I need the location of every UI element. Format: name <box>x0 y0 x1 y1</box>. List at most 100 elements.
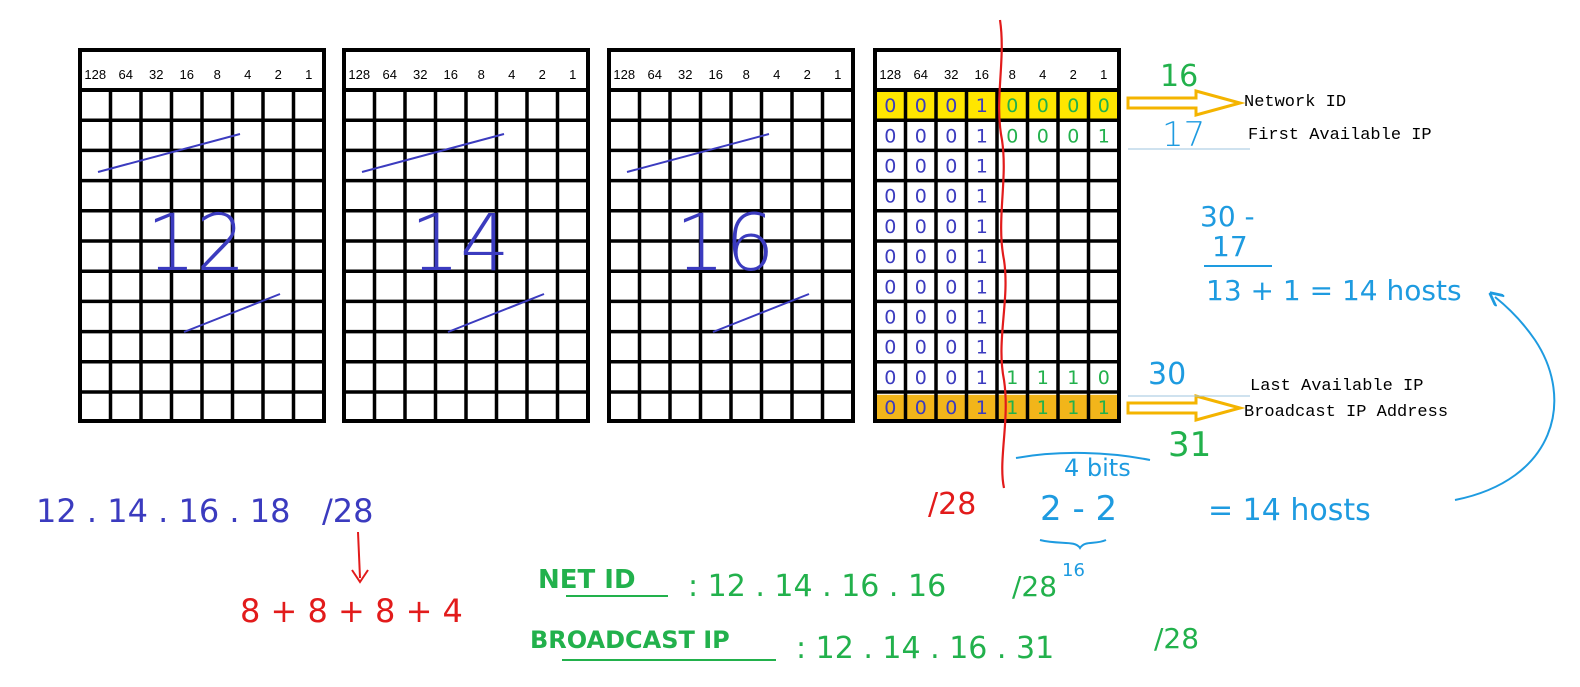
bit-value: 0 <box>915 397 927 419</box>
bit-value: 0 <box>915 186 927 208</box>
label-first-available-ip: First Available IP <box>1248 126 1432 145</box>
bit-value: 0 <box>945 276 957 298</box>
bit-header-32: 32 <box>678 67 692 82</box>
bit-value: 0 <box>884 95 896 117</box>
bit-header-1: 1 <box>569 67 576 82</box>
bit-header-16: 16 <box>709 67 723 82</box>
bit-value: 0 <box>915 276 927 298</box>
bit-value: 1 <box>976 125 988 147</box>
calc-17: 17 <box>1212 230 1248 263</box>
bit-value: 0 <box>884 307 896 329</box>
bit-value: 0 <box>1006 125 1018 147</box>
bit-value: 0 <box>915 337 927 359</box>
bit-value: 0 <box>1006 95 1018 117</box>
bit-value: 0 <box>945 397 957 419</box>
bit-header-4: 4 <box>244 67 251 82</box>
bit-header-1: 1 <box>834 67 841 82</box>
diagonal-stroke <box>97 133 241 173</box>
curved-arrow <box>1454 297 1556 501</box>
bit-header-64: 64 <box>648 67 662 82</box>
bit-value: 0 <box>884 216 896 238</box>
bit-header-2: 2 <box>1070 67 1077 82</box>
bit-grid-octet-4: 128 64 32 16 8 4 2 10 0 0 1 0 0 0 00 0 0 1 0 0 0 10 0 0 10 0 0 10 0 0… <box>873 48 1121 423</box>
net-id-superscript: 16 <box>1062 560 1085 581</box>
host-calculation: 30 - 17 13 + 1 = 14 hosts <box>1200 200 1462 307</box>
octet-value: 14 <box>410 199 509 289</box>
bit-value: 0 <box>884 156 896 178</box>
prefix-red: /28 <box>928 487 976 522</box>
ip-address-prefix: /28 <box>322 492 374 530</box>
label-broadcast-ip: Broadcast IP Address <box>1244 403 1448 422</box>
broadcast-prefix: /28 <box>1154 622 1199 655</box>
net-id-prefix: /28 <box>1012 570 1057 603</box>
bit-value: 1 <box>976 307 988 329</box>
bit-value: 1 <box>976 95 988 117</box>
bit-header-32: 32 <box>413 67 427 82</box>
network-id-arrow <box>1126 89 1246 117</box>
bit-value: 0 <box>1067 125 1079 147</box>
bit-value: 0 <box>884 276 896 298</box>
diagonal-stroke <box>626 133 770 173</box>
bit-header-2: 2 <box>539 67 546 82</box>
bit-value: 0 <box>945 246 957 268</box>
bit-value: 1 <box>976 367 988 389</box>
bit-value: 0 <box>945 186 957 208</box>
bit-value: 0 <box>1037 95 1049 117</box>
bit-header-16: 16 <box>180 67 194 82</box>
bit-grid-octet-1: 128 64 32 16 8 4 2 1 12 <box>78 48 326 423</box>
annotation-17: 17 <box>1162 115 1205 155</box>
label-last-available-ip: Last Available IP <box>1250 377 1423 396</box>
bit-header-2: 2 <box>804 67 811 82</box>
bit-header-128: 128 <box>613 67 635 82</box>
bit-header-1: 1 <box>1100 67 1107 82</box>
bit-header-4: 4 <box>508 67 515 82</box>
bit-value: 0 <box>1098 367 1110 389</box>
bit-header-32: 32 <box>944 67 958 82</box>
bit-value: 0 <box>915 216 927 238</box>
bit-value: 0 <box>1067 95 1079 117</box>
bit-value: 0 <box>1037 125 1049 147</box>
prefix-sum: 8 + 8 + 8 + 4 <box>240 592 463 630</box>
bit-value: 0 <box>915 246 927 268</box>
bit-value: 0 <box>945 216 957 238</box>
octet-value: 12 <box>146 199 245 289</box>
bit-value: 1 <box>1067 397 1079 419</box>
bit-value: 0 <box>1098 95 1110 117</box>
bit-value: 1 <box>1037 397 1049 419</box>
bit-header-64: 64 <box>383 67 397 82</box>
bit-value: 1 <box>976 397 988 419</box>
bit-value: 0 <box>884 125 896 147</box>
bit-value: 1 <box>1006 367 1018 389</box>
bit-header-8: 8 <box>214 67 221 82</box>
bit-value: 0 <box>945 337 957 359</box>
bit-header-128: 128 <box>879 67 901 82</box>
bit-value: 1 <box>1006 397 1018 419</box>
bit-value: 1 <box>1098 397 1110 419</box>
bit-value: 0 <box>915 95 927 117</box>
annotation-30: 30 <box>1148 357 1186 392</box>
bit-value: 0 <box>915 125 927 147</box>
bit-value: 1 <box>976 216 988 238</box>
bit-header-1: 1 <box>305 67 312 82</box>
bit-header-128: 128 <box>348 67 370 82</box>
bit-header-16: 16 <box>444 67 458 82</box>
ip-address: 12 . 14 . 16 . 18 <box>36 492 290 530</box>
bit-header-16: 16 <box>975 67 989 82</box>
annotation-16: 16 <box>1160 59 1198 94</box>
annotation-31: 31 <box>1168 425 1211 465</box>
bit-header-2: 2 <box>275 67 282 82</box>
broadcast-label: BROADCAST IP <box>530 626 730 654</box>
annotation-4-bits: 4 bits <box>1064 454 1131 482</box>
net-id-value: : 12 . 14 . 16 . 16 <box>688 569 946 604</box>
bit-header-128: 128 <box>84 67 106 82</box>
bit-value: 0 <box>884 186 896 208</box>
bit-value: 0 <box>945 95 957 117</box>
bit-value: 0 <box>945 367 957 389</box>
prefix-down-arrow <box>351 531 369 584</box>
bit-value: 0 <box>884 246 896 268</box>
label-network-id: Network ID <box>1244 93 1346 112</box>
bit-value: 1 <box>976 246 988 268</box>
bit-header-8: 8 <box>478 67 485 82</box>
bit-value: 1 <box>1037 367 1049 389</box>
bit-value: 1 <box>976 186 988 208</box>
